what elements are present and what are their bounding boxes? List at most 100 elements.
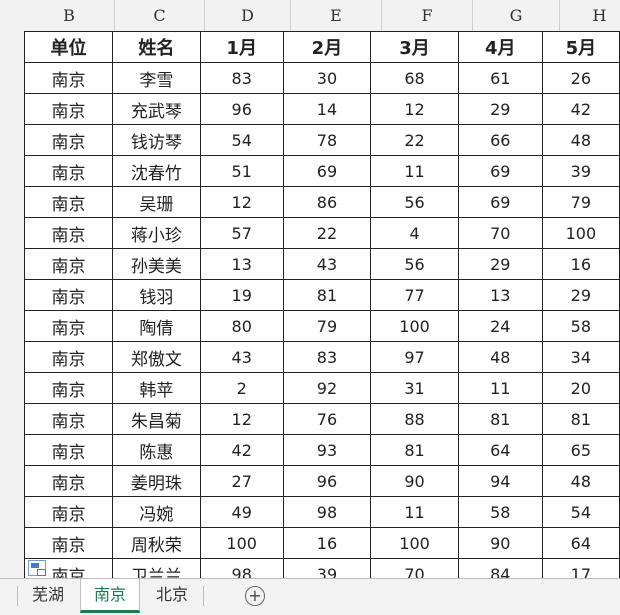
cell[interactable]: 26 <box>541 62 620 94</box>
cell[interactable]: 沈春竹 <box>111 155 201 187</box>
cell[interactable]: 81 <box>541 403 620 435</box>
cell[interactable]: 100 <box>541 217 620 249</box>
cell[interactable]: 84 <box>457 558 543 578</box>
cell[interactable]: 65 <box>541 434 620 466</box>
cell[interactable]: 76 <box>282 403 372 435</box>
cell[interactable]: 南京 <box>24 341 113 373</box>
cell[interactable]: 54 <box>199 124 284 156</box>
cell[interactable]: 90 <box>370 465 459 497</box>
cell[interactable]: 充武琴 <box>111 93 201 125</box>
cell[interactable]: 98 <box>282 496 372 528</box>
cell[interactable]: 南京 <box>24 434 113 466</box>
cell[interactable]: 96 <box>199 93 284 125</box>
header-cell[interactable]: 4月 <box>457 31 543 63</box>
cell[interactable]: 83 <box>282 341 372 373</box>
cell[interactable]: 42 <box>541 93 620 125</box>
cell[interactable]: 南京 <box>24 527 113 559</box>
cell[interactable]: 98 <box>199 558 284 578</box>
cell[interactable]: 陶倩 <box>111 310 201 342</box>
sheet-tab-wuhu[interactable]: 芜湖 <box>18 579 78 613</box>
cell[interactable]: 97 <box>370 341 459 373</box>
cell[interactable]: 南京 <box>24 62 113 94</box>
sheet-tab-beijing[interactable]: 北京 <box>142 579 202 613</box>
header-cell[interactable]: 3月 <box>370 31 459 63</box>
cell[interactable]: 南京 <box>24 186 113 218</box>
cell[interactable]: 陈惠 <box>111 434 201 466</box>
cell[interactable]: 96 <box>282 465 372 497</box>
cell[interactable]: 16 <box>541 248 620 280</box>
cell[interactable]: 64 <box>541 527 620 559</box>
cell[interactable]: 2 <box>199 372 284 404</box>
cell[interactable]: 39 <box>282 558 372 578</box>
cell[interactable]: 29 <box>541 279 620 311</box>
cell[interactable]: 78 <box>282 124 372 156</box>
cell[interactable]: 19 <box>199 279 284 311</box>
column-header-f[interactable]: F <box>382 0 473 31</box>
cell[interactable]: 81 <box>370 434 459 466</box>
cell[interactable]: 57 <box>199 217 284 249</box>
header-cell[interactable]: 1月 <box>199 31 284 63</box>
cell[interactable]: 70 <box>370 558 459 578</box>
cell[interactable]: 34 <box>541 341 620 373</box>
cell[interactable]: 朱昌菊 <box>111 403 201 435</box>
cell[interactable]: 李雪 <box>111 62 201 94</box>
cell[interactable]: 南京 <box>24 403 113 435</box>
cell[interactable]: 49 <box>199 496 284 528</box>
cell[interactable]: 12 <box>370 93 459 125</box>
row-number-gutter[interactable] <box>0 31 25 578</box>
cell[interactable]: 南京 <box>24 248 113 280</box>
cell[interactable]: 39 <box>541 155 620 187</box>
cell[interactable]: 69 <box>457 155 543 187</box>
cell[interactable]: 80 <box>199 310 284 342</box>
cell[interactable]: 79 <box>282 310 372 342</box>
cell[interactable]: 43 <box>282 248 372 280</box>
cell[interactable]: 56 <box>370 186 459 218</box>
cell[interactable]: 88 <box>370 403 459 435</box>
cell[interactable]: 孙美美 <box>111 248 201 280</box>
paste-options-icon[interactable] <box>28 560 46 576</box>
cell[interactable]: 58 <box>457 496 543 528</box>
cell[interactable]: 钱羽 <box>111 279 201 311</box>
cell[interactable]: 30 <box>282 62 372 94</box>
cell[interactable]: 姜明珠 <box>111 465 201 497</box>
header-cell[interactable]: 单位 <box>24 31 113 63</box>
cell[interactable]: 冯婉 <box>111 496 201 528</box>
cell[interactable]: 83 <box>199 62 284 94</box>
column-header-d[interactable]: D <box>205 0 291 31</box>
column-header-c[interactable]: C <box>115 0 205 31</box>
column-header-b[interactable]: B <box>24 0 115 31</box>
cell[interactable]: 92 <box>282 372 372 404</box>
cell[interactable]: 27 <box>199 465 284 497</box>
cell[interactable]: 南京 <box>24 279 113 311</box>
column-header-g[interactable]: G <box>473 0 560 31</box>
cell[interactable]: 11 <box>370 155 459 187</box>
cell[interactable]: 79 <box>541 186 620 218</box>
cell[interactable]: 20 <box>541 372 620 404</box>
header-cell[interactable]: 5月 <box>541 31 620 63</box>
cell[interactable]: 48 <box>541 465 620 497</box>
cell[interactable]: 南京 <box>24 155 113 187</box>
cell[interactable]: 周秋荣 <box>111 527 201 559</box>
cell[interactable]: 31 <box>370 372 459 404</box>
cell[interactable]: 51 <box>199 155 284 187</box>
cell[interactable]: 蒋小珍 <box>111 217 201 249</box>
cell[interactable]: 77 <box>370 279 459 311</box>
cell[interactable]: 81 <box>282 279 372 311</box>
cell[interactable]: 郑傲文 <box>111 341 201 373</box>
cell[interactable]: 南京 <box>24 310 113 342</box>
cell[interactable]: 94 <box>457 465 543 497</box>
cell[interactable]: 100 <box>370 527 459 559</box>
sheet-tab-nanjing[interactable]: 南京 <box>80 579 140 613</box>
cell[interactable]: 70 <box>457 217 543 249</box>
cell[interactable]: 22 <box>370 124 459 156</box>
cell[interactable]: 17 <box>541 558 620 578</box>
cell[interactable]: 22 <box>282 217 372 249</box>
cell[interactable]: 68 <box>370 62 459 94</box>
cell[interactable]: 韩苹 <box>111 372 201 404</box>
cell[interactable]: 14 <box>282 93 372 125</box>
cell[interactable]: 南京 <box>24 124 113 156</box>
cell[interactable]: 南京 <box>24 465 113 497</box>
cell[interactable]: 100 <box>370 310 459 342</box>
cell[interactable]: 43 <box>199 341 284 373</box>
cell[interactable]: 42 <box>199 434 284 466</box>
